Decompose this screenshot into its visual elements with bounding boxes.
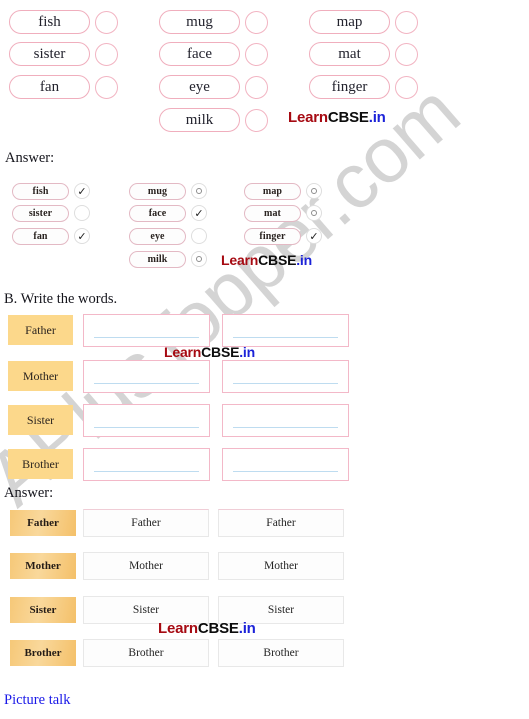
writing-rule — [233, 337, 338, 339]
circle-icon — [311, 210, 317, 216]
answer-write-box: Brother — [83, 639, 209, 667]
answer-word-pill: eye — [129, 228, 186, 245]
write-box[interactable] — [222, 360, 349, 393]
learncbse-logo: LearnCBSE.in — [288, 109, 386, 126]
answer-word-pill: face — [129, 205, 186, 222]
word-pill[interactable]: sister — [9, 42, 90, 66]
answer-write-box: Mother — [83, 552, 209, 580]
word-pill[interactable]: mug — [159, 10, 240, 34]
word-pill[interactable]: finger — [309, 75, 390, 99]
writing-rule — [94, 471, 199, 473]
answer-mark-tick: ✓ — [191, 205, 207, 221]
write-box[interactable] — [222, 404, 349, 437]
word-label-chip: Brother — [10, 640, 76, 666]
logo-part-in: .in — [368, 109, 386, 126]
answer-word-pill: map — [244, 183, 301, 200]
answer-word-pill: fan — [12, 228, 69, 245]
word-pill[interactable]: mat — [309, 42, 390, 66]
word-label-chip: Father — [10, 510, 76, 536]
answer-word-pill: mat — [244, 205, 301, 222]
word-pill-circle[interactable] — [95, 76, 118, 99]
word-pill-circle[interactable] — [245, 11, 268, 34]
writing-rule — [233, 383, 338, 385]
answer-write-box: Father — [218, 509, 344, 537]
learncbse-logo: LearnCBSE.in — [221, 252, 312, 268]
answer-label-a: Answer: — [5, 150, 55, 166]
logo-part-learn: Learn — [288, 109, 328, 126]
word-label-chip: Mother — [8, 361, 73, 391]
answer-write-box: Father — [83, 509, 209, 537]
writing-rule — [233, 427, 338, 429]
writing-rule — [94, 337, 199, 339]
writing-rule — [233, 471, 338, 473]
section-b-heading: B. Write the words. — [4, 291, 118, 307]
picture-talk-heading: Picture talk — [4, 692, 71, 708]
word-label-chip: Sister — [8, 405, 73, 435]
answer-mark-dot — [306, 183, 322, 199]
answer-mark-tick: ✓ — [74, 183, 90, 199]
answer-mark-tick: ✓ — [74, 228, 90, 244]
learncbse-logo: LearnCBSE.in — [164, 344, 255, 360]
answer-word-pill: milk — [129, 251, 186, 268]
word-label-chip: Brother — [8, 449, 73, 479]
check-icon: ✓ — [77, 184, 87, 198]
learncbse-logo: LearnCBSE.in — [158, 620, 256, 637]
logo-part-learn: Learn — [158, 620, 198, 637]
word-pill-circle[interactable] — [95, 11, 118, 34]
write-box[interactable] — [83, 404, 210, 437]
word-pill[interactable]: fan — [9, 75, 90, 99]
answer-write-box: Brother — [218, 639, 344, 667]
word-pill[interactable]: map — [309, 10, 390, 34]
logo-part-learn: Learn — [164, 344, 202, 360]
answer-mark-blank — [191, 228, 207, 244]
writing-rule — [94, 427, 199, 429]
word-pill[interactable]: milk — [159, 108, 240, 132]
logo-part-cbse: CBSE — [197, 620, 239, 637]
circle-icon — [196, 256, 202, 262]
word-pill-circle[interactable] — [245, 43, 268, 66]
word-pill[interactable]: face — [159, 42, 240, 66]
write-box[interactable] — [222, 314, 349, 347]
logo-part-in: .in — [238, 620, 256, 637]
word-label-chip: Sister — [10, 597, 76, 623]
word-pill[interactable]: fish — [9, 10, 90, 34]
write-box[interactable] — [222, 448, 349, 481]
writing-rule — [94, 383, 199, 385]
word-pill[interactable]: eye — [159, 75, 240, 99]
answer-mark-blank — [74, 205, 90, 221]
check-icon: ✓ — [194, 206, 204, 220]
word-pill-circle[interactable] — [245, 109, 268, 132]
logo-part-cbse: CBSE — [258, 252, 297, 268]
write-box[interactable] — [83, 448, 210, 481]
word-label-chip: Father — [8, 315, 73, 345]
answer-mark-dot — [191, 183, 207, 199]
word-pill-circle[interactable] — [95, 43, 118, 66]
answer-word-pill: sister — [12, 205, 69, 222]
answer-mark-tick: ✓ — [306, 228, 322, 244]
word-label-chip: Mother — [10, 553, 76, 579]
logo-part-learn: Learn — [221, 252, 259, 268]
answer-word-pill: finger — [244, 228, 301, 245]
check-icon: ✓ — [309, 229, 319, 243]
circle-icon — [196, 188, 202, 194]
word-pill-circle[interactable] — [395, 11, 418, 34]
logo-part-in: .in — [239, 344, 255, 360]
word-pill-circle[interactable] — [395, 43, 418, 66]
word-pill-circle[interactable] — [395, 76, 418, 99]
answer-label-b: Answer: — [4, 485, 54, 501]
word-pill-circle[interactable] — [245, 76, 268, 99]
logo-part-in: .in — [296, 252, 312, 268]
answer-mark-dot — [191, 251, 207, 267]
answer-word-pill: mug — [129, 183, 186, 200]
circle-icon — [311, 188, 317, 194]
answer-mark-dot — [306, 205, 322, 221]
answer-write-box: Mother — [218, 552, 344, 580]
answer-word-pill: fish — [12, 183, 69, 200]
write-box[interactable] — [83, 360, 210, 393]
check-icon: ✓ — [77, 229, 87, 243]
logo-part-cbse: CBSE — [327, 109, 369, 126]
write-box[interactable] — [83, 314, 210, 347]
logo-part-cbse: CBSE — [201, 344, 240, 360]
